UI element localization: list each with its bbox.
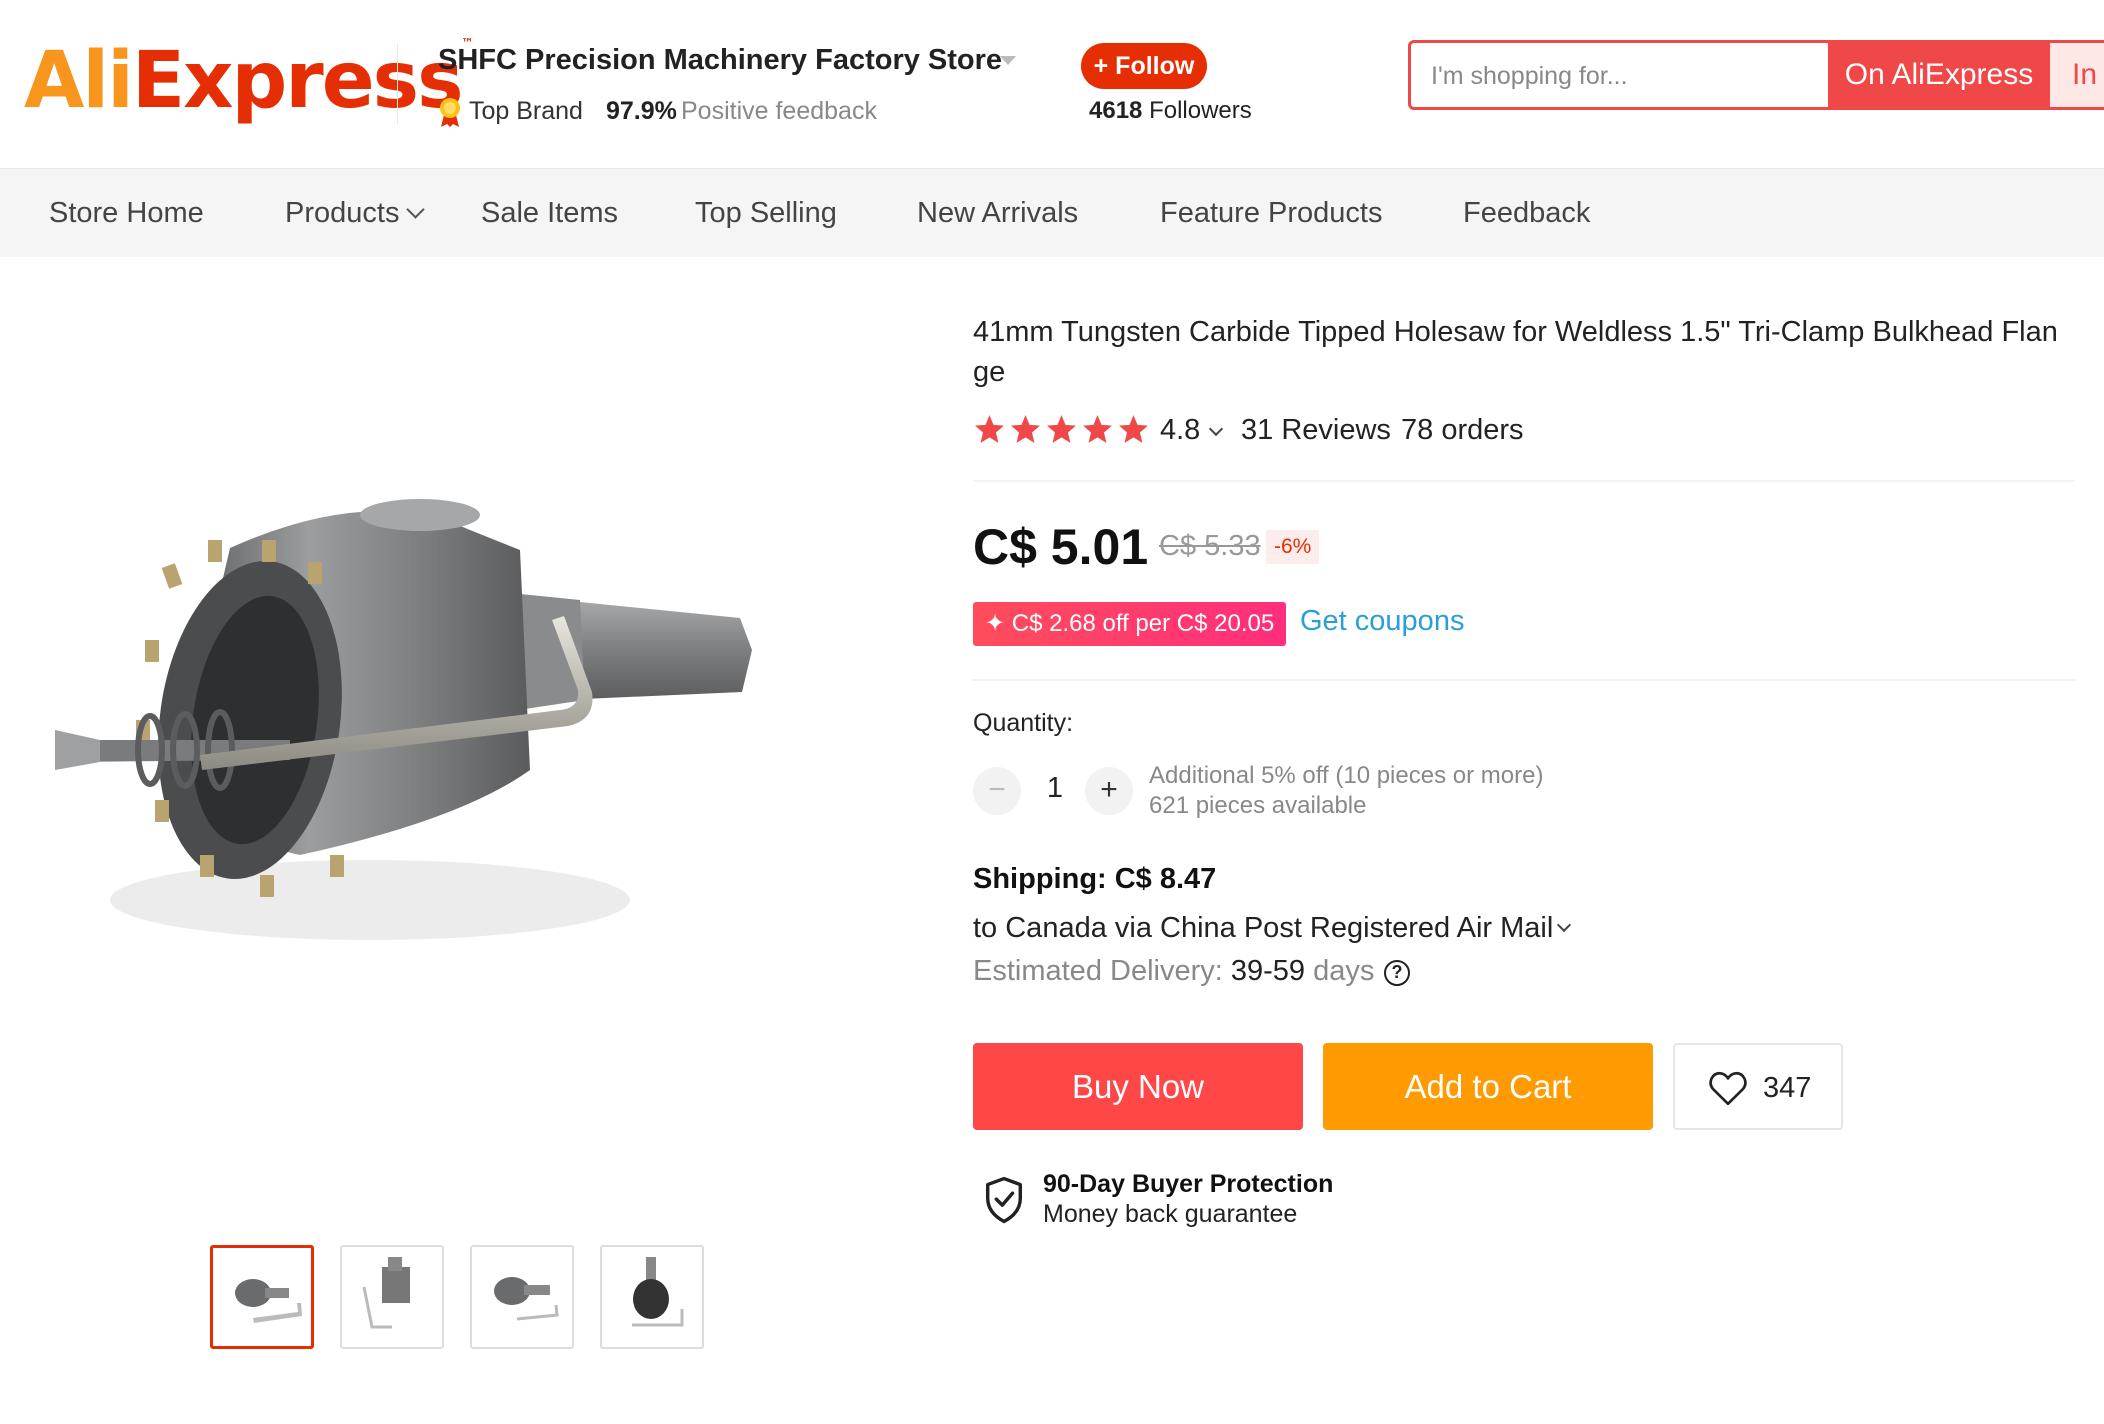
nav-products-label: Products [285, 197, 400, 229]
pieces-available: 621 pieces available [1149, 792, 1367, 819]
logo-part-2: Express [131, 36, 464, 126]
chevron-down-icon[interactable] [1556, 917, 1572, 933]
buy-now-button[interactable]: Buy Now [973, 1043, 1303, 1130]
estimated-delivery: Estimated Delivery: 39-59 days [973, 955, 1374, 988]
quantity-increase-button[interactable]: + [1085, 767, 1133, 815]
estimated-delivery-unit: days [1313, 955, 1375, 987]
star-rating[interactable] [973, 413, 1153, 451]
positive-feedback-percent: 97.9% [606, 97, 677, 125]
nav-store-home[interactable]: Store Home [49, 169, 204, 257]
aliexpress-logo[interactable]: AliExpress™ [24, 36, 474, 126]
positive-feedback-label: Positive feedback [681, 97, 877, 125]
nav-sale-items[interactable]: Sale Items [481, 169, 618, 257]
thumbnail-1[interactable] [210, 1245, 314, 1349]
store-nav: Store Home Products Sale Items Top Selli… [0, 169, 2104, 257]
star-icon [1047, 415, 1076, 443]
orders-count: 78 orders [1401, 414, 1524, 446]
current-price: C$ 5.01 [973, 519, 1149, 575]
nav-top-selling[interactable]: Top Selling [695, 169, 837, 257]
quantity-value[interactable]: 1 [1040, 772, 1070, 805]
store-name[interactable]: SHFC Precision Machinery Factory Store [438, 44, 1002, 77]
coupon-badge[interactable]: ✦ C$ 2.68 off per C$ 20.05 [973, 602, 1287, 646]
search-box [1408, 40, 1828, 110]
thumbnail-image [362, 1257, 410, 1329]
buyer-protection-subtitle: Money back guarantee [1043, 1200, 1298, 1228]
rating-value[interactable]: 4.8 [1160, 414, 1200, 447]
header-divider [397, 44, 398, 124]
estimated-delivery-days: 39-59 [1230, 955, 1306, 987]
nav-new-arrivals[interactable]: New Arrivals [917, 169, 1078, 257]
caret-down-icon[interactable] [1000, 56, 1016, 65]
followers-label: Followers [1149, 97, 1252, 124]
discount-badge: -6% [1266, 530, 1320, 564]
star-icon [1083, 415, 1112, 443]
shipping-cost: Shipping: C$ 8.47 [973, 863, 1217, 895]
top-brand-label: Top Brand [469, 97, 583, 125]
logo-part-1: Ali [24, 36, 134, 126]
get-coupons-link[interactable]: Get coupons [1300, 605, 1464, 638]
original-price: C$ 5.33 [1159, 530, 1261, 562]
shield-check-icon [986, 1176, 1022, 1224]
help-icon[interactable]: ? [1384, 960, 1410, 986]
thumbnail-4[interactable] [600, 1245, 704, 1349]
add-to-cart-button[interactable]: Add to Cart [1323, 1043, 1653, 1130]
divider [973, 480, 2075, 482]
follow-button[interactable]: + Follow [1081, 43, 1207, 89]
reviews-link[interactable]: 31 Reviews [1241, 414, 1391, 447]
thumbnail-image [235, 1279, 302, 1323]
store-header: AliExpress™ SHFC Precision Machinery Fac… [0, 0, 2104, 169]
star-icon [1119, 415, 1148, 443]
nav-feature-products[interactable]: Feature Products [1160, 169, 1382, 257]
bulk-discount-note: Additional 5% off (10 pieces or more) [1149, 762, 1544, 789]
divider [973, 679, 2075, 681]
product-main-image[interactable] [40, 300, 880, 1140]
wishlist-button[interactable]: 347 [1673, 1043, 1843, 1130]
chevron-down-icon[interactable] [1208, 421, 1224, 437]
medal-icon [440, 98, 460, 127]
quantity-decrease-button[interactable]: − [973, 767, 1021, 815]
nav-products[interactable]: Products [285, 169, 426, 257]
shipping-method[interactable]: to Canada via China Post Registered Air … [973, 912, 1553, 945]
chevron-down-icon [406, 200, 426, 219]
product-title: 41mm Tungsten Carbide Tipped Holesaw for… [973, 316, 2058, 388]
nav-feedback[interactable]: Feedback [1463, 169, 1590, 257]
thumbnail-image [494, 1277, 559, 1321]
estimated-delivery-label: Estimated Delivery: [973, 955, 1223, 987]
heart-icon [1709, 1071, 1747, 1106]
thumbnail-2[interactable] [340, 1245, 444, 1349]
star-icon [975, 415, 1004, 443]
followers-count: 4618 Followers [1089, 97, 1252, 125]
followers-number: 4618 [1089, 97, 1143, 124]
star-icon [1011, 415, 1040, 443]
search-input[interactable] [1429, 43, 1813, 109]
search-on-aliexpress-button[interactable]: On AliExpress [1828, 40, 2050, 110]
thumbnail-3[interactable] [470, 1245, 574, 1349]
buyer-protection-title[interactable]: 90-Day Buyer Protection [1043, 1170, 1333, 1199]
thumbnail-image [632, 1257, 684, 1327]
search-in-store-button[interactable]: In [2050, 40, 2104, 110]
quantity-label: Quantity: [973, 709, 1074, 737]
wishlist-count: 347 [1763, 1072, 1812, 1104]
